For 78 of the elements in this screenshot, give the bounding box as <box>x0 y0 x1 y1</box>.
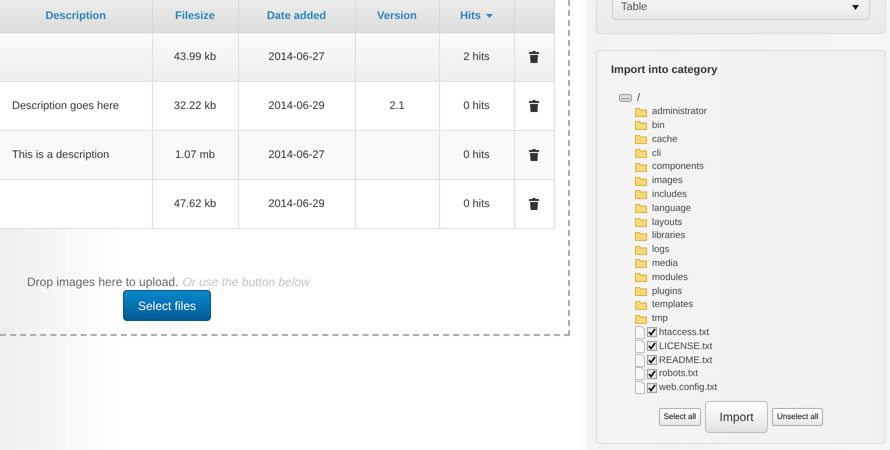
file-icon <box>635 340 645 353</box>
table-cell: 2014-06-27 <box>268 51 325 63</box>
table-cell: 2 hits <box>463 51 490 63</box>
tree-item[interactable]: includes <box>652 188 687 200</box>
select-all-button[interactable]: Select all <box>658 408 702 426</box>
select-files-button[interactable]: Select files <box>123 290 211 321</box>
checkbox[interactable] <box>647 355 657 366</box>
tree-item[interactable]: robots.txt <box>659 368 698 380</box>
folder-icon <box>635 106 647 117</box>
tree-item[interactable]: LICENSE.txt <box>659 340 712 352</box>
tree-item[interactable]: README.txt <box>659 354 712 366</box>
tree-item[interactable]: images <box>652 175 683 186</box>
table-cell: 47.62 kb <box>174 198 216 210</box>
file-icon <box>635 326 645 339</box>
tree-item[interactable]: templates <box>652 299 694 310</box>
panel-title: Import into category <box>611 64 718 76</box>
unselect-all-button[interactable]: Unselect all <box>772 408 824 426</box>
tree-item[interactable]: plugins <box>652 286 682 297</box>
tree-item[interactable]: media <box>652 258 678 269</box>
tree-item[interactable]: bin <box>652 120 665 131</box>
folder-icon <box>635 230 647 241</box>
folder-icon <box>635 203 647 214</box>
tree-item[interactable]: administrator <box>652 106 707 118</box>
folder-icon <box>635 189 647 200</box>
tree-item[interactable]: cli <box>652 148 661 159</box>
tree-item[interactable]: language <box>652 202 692 214</box>
file-icon <box>635 381 645 394</box>
folder-icon <box>635 244 647 255</box>
layout-select[interactable]: Table <box>612 0 870 20</box>
tree-item[interactable]: components <box>652 161 704 172</box>
tree-item[interactable]: modules <box>652 272 688 283</box>
table-cell: 2014-06-29 <box>268 100 325 112</box>
folder-icon <box>635 286 647 296</box>
checkbox[interactable] <box>647 327 657 338</box>
tree-item[interactable]: cache <box>652 134 678 145</box>
folder-icon <box>635 134 647 144</box>
table-cell: Description goes here <box>12 100 120 112</box>
tree-item[interactable]: / <box>637 92 640 104</box>
folder-icon <box>635 120 647 130</box>
tree-item[interactable]: tmp <box>652 313 668 324</box>
folder-icon <box>635 272 647 282</box>
drop-hint: Or use the button below <box>182 275 310 289</box>
table-cell: 0 hits <box>463 100 490 112</box>
table-cell: 2014-06-27 <box>268 149 325 161</box>
folder-icon <box>635 314 647 324</box>
tree-item[interactable]: logs <box>652 244 670 256</box>
table-cell: 2.1 <box>389 100 405 112</box>
file-icon <box>635 354 645 367</box>
folder-icon <box>635 258 647 268</box>
checkbox[interactable] <box>647 368 657 379</box>
table-cell: 1.07 mb <box>175 149 215 161</box>
folder-icon <box>635 148 647 158</box>
folder-icon <box>635 176 647 186</box>
drop-instructions: Drop images here to upload. <box>27 275 178 289</box>
table-cell: This is a description <box>12 149 110 161</box>
tree-item[interactable]: libraries <box>652 230 686 242</box>
tree-item[interactable]: layouts <box>652 216 682 228</box>
folder-icon <box>635 162 647 172</box>
tree-item[interactable]: web.config.txt <box>659 382 718 394</box>
trash-icon[interactable] <box>529 149 539 162</box>
table-cell: 0 hits <box>463 149 490 161</box>
trash-icon[interactable] <box>529 100 539 112</box>
trash-icon[interactable] <box>529 198 539 210</box>
checkbox[interactable] <box>647 382 657 393</box>
folder-icon <box>635 300 647 310</box>
dropdown-caret-icon <box>852 4 859 10</box>
checkbox[interactable] <box>647 341 657 352</box>
drive-icon <box>619 93 632 102</box>
sort-caret-icon <box>486 14 493 18</box>
folder-icon <box>635 217 647 228</box>
trash-icon[interactable] <box>529 51 539 64</box>
import-button[interactable]: Import <box>705 400 768 433</box>
table-cell: 2014-06-29 <box>268 198 325 210</box>
table-cell: 0 hits <box>463 198 490 210</box>
table-cell: 32.22 kb <box>174 100 216 112</box>
tree-item[interactable]: htaccess.txt <box>659 326 710 338</box>
file-icon <box>635 367 645 380</box>
table-cell: 43.99 kb <box>174 51 216 63</box>
